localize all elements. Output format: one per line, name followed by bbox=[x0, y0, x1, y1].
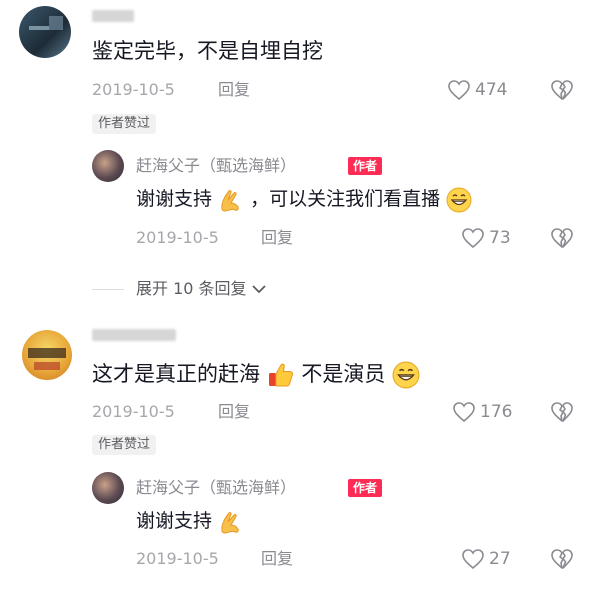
author-tag: 作者 bbox=[348, 479, 383, 497]
commenter-avatar[interactable] bbox=[19, 6, 71, 58]
like-count: 176 bbox=[480, 402, 513, 422]
clap-hands-emoji bbox=[221, 189, 239, 212]
like-button[interactable]: 474 bbox=[447, 78, 527, 102]
broken-heart-icon bbox=[551, 402, 573, 422]
like-count: 73 bbox=[489, 228, 511, 248]
author-avatar[interactable] bbox=[92, 472, 124, 504]
expand-replies-button[interactable]: 展开 10 条回复 bbox=[136, 279, 268, 299]
author-tag: 作者 bbox=[348, 157, 383, 175]
thumbs-up-emoji bbox=[268, 363, 293, 387]
comment-text: 鉴定完毕，不是自埋自挖 bbox=[92, 39, 323, 63]
broken-heart-icon bbox=[551, 549, 573, 569]
comment-text: 这才是真正的赶海 不是演员 bbox=[92, 361, 420, 389]
commenter-name-blurred[interactable] bbox=[92, 329, 176, 341]
heart-icon bbox=[448, 80, 470, 101]
commenter-name-blurred[interactable] bbox=[92, 10, 134, 22]
reply-button[interactable]: 回复 bbox=[218, 402, 250, 422]
expand-divider bbox=[92, 289, 124, 290]
reply-text-start: 谢谢支持 bbox=[136, 510, 213, 532]
like-count: 474 bbox=[475, 80, 508, 100]
comment-text-start: 这才是真正的赶海 bbox=[92, 362, 260, 386]
author-name[interactable]: 赶海父子（甄选海鲜） bbox=[136, 156, 296, 176]
reply-text: 谢谢支持 bbox=[136, 508, 244, 535]
like-count: 27 bbox=[489, 549, 511, 569]
author-name[interactable]: 赶海父子（甄选海鲜） bbox=[136, 478, 296, 498]
like-button[interactable]: 27 bbox=[461, 547, 531, 571]
author-liked-badge: 作者赞过 bbox=[92, 435, 157, 455]
commenter-avatar[interactable] bbox=[22, 330, 72, 380]
expand-replies-label: 展开 10 条回复 bbox=[136, 279, 247, 298]
comment-date: 2019-10-5 bbox=[92, 402, 175, 421]
grin-emoji bbox=[392, 361, 420, 389]
author-avatar[interactable] bbox=[92, 150, 124, 182]
dislike-button[interactable] bbox=[550, 227, 574, 249]
comment-date: 2019-10-5 bbox=[92, 80, 175, 99]
broken-heart-icon bbox=[551, 80, 573, 100]
heart-icon bbox=[462, 549, 484, 570]
dislike-button[interactable] bbox=[550, 79, 574, 101]
reply-text-start: 谢谢支持 bbox=[136, 188, 213, 210]
comment-text-end: 不是演员 bbox=[301, 362, 386, 386]
like-button[interactable]: 176 bbox=[452, 400, 532, 424]
reply-text-end: ，可以关注我们看直播 bbox=[250, 188, 441, 210]
dislike-button[interactable] bbox=[550, 401, 574, 423]
dislike-button[interactable] bbox=[550, 548, 574, 570]
reply-date: 2019-10-5 bbox=[136, 228, 219, 247]
heart-icon bbox=[453, 402, 475, 423]
reply-text: 谢谢支持 ，可以关注我们看直播 bbox=[136, 186, 472, 213]
reply-button[interactable]: 回复 bbox=[218, 80, 250, 100]
clap-hands-emoji bbox=[221, 511, 239, 534]
reply-button[interactable]: 回复 bbox=[261, 549, 293, 569]
author-liked-badge: 作者赞过 bbox=[92, 114, 157, 134]
reply-button[interactable]: 回复 bbox=[261, 228, 293, 248]
chevron-down-icon bbox=[251, 285, 266, 294]
reply-date: 2019-10-5 bbox=[136, 549, 219, 568]
like-button[interactable]: 73 bbox=[461, 226, 531, 250]
heart-icon bbox=[462, 228, 484, 249]
broken-heart-icon bbox=[551, 228, 573, 248]
grin-emoji bbox=[446, 187, 472, 212]
